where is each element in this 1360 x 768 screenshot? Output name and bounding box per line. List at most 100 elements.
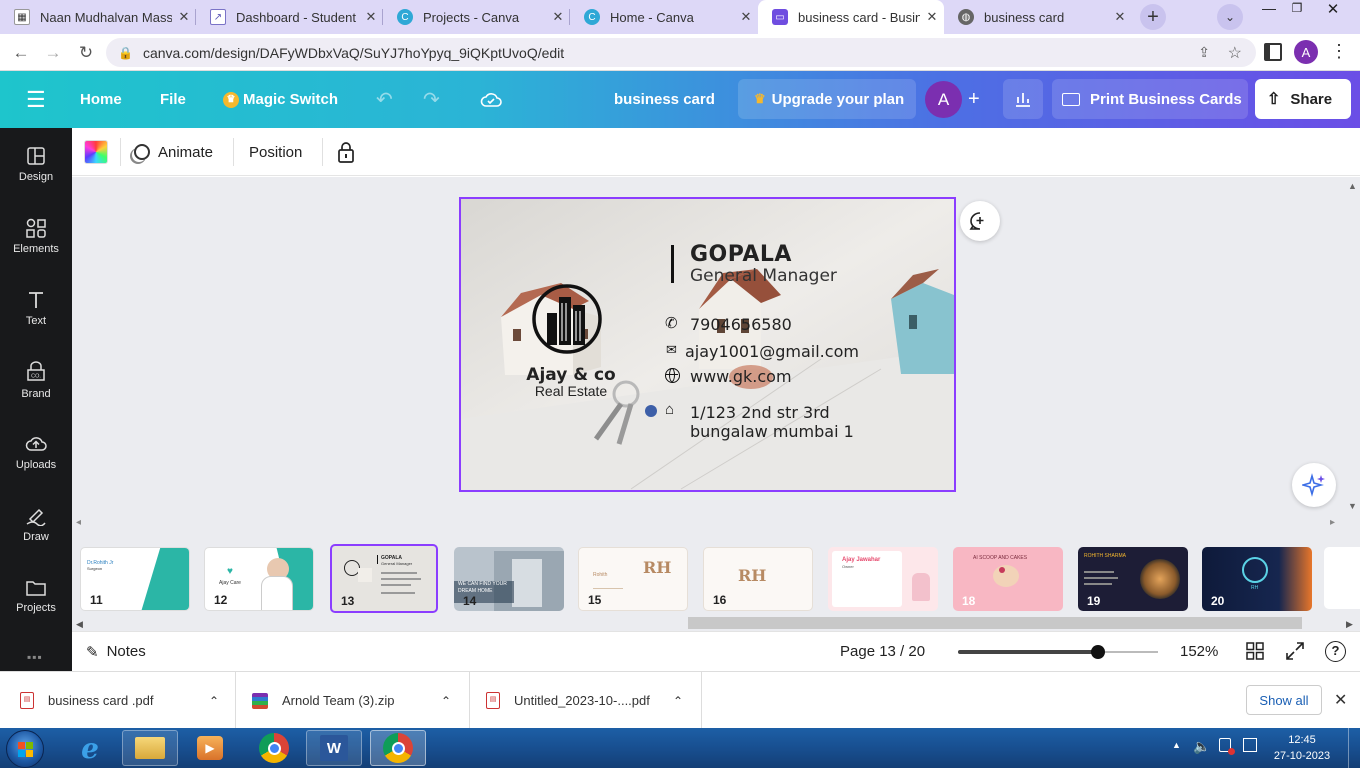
page-thumbnail[interactable]: ROHITH SHARMA 19 bbox=[1078, 547, 1188, 611]
grid-view-icon[interactable] bbox=[1246, 642, 1264, 660]
share-button[interactable]: ⇧ Share bbox=[1255, 79, 1351, 119]
position-button[interactable]: Position bbox=[249, 128, 302, 176]
add-page-thumb[interactable] bbox=[1324, 547, 1360, 609]
document-title[interactable]: business card bbox=[614, 71, 715, 128]
browser-tab-active[interactable]: ▭ business card - Busines ✕ bbox=[758, 0, 944, 34]
animate-button[interactable]: Animate bbox=[134, 128, 213, 176]
download-item[interactable]: Arnold Team (3).zip ⌃ bbox=[252, 672, 470, 729]
sidepanel-icon[interactable] bbox=[1264, 43, 1282, 61]
browser-tab[interactable]: ↗ Dashboard - Student ✕ bbox=[196, 0, 383, 34]
hscroll-right-arrow[interactable]: ▶ bbox=[1346, 619, 1353, 630]
show-all-downloads-button[interactable]: Show all bbox=[1246, 685, 1322, 715]
media-player-icon[interactable]: ▶ bbox=[182, 730, 238, 766]
file-explorer-icon[interactable] bbox=[122, 730, 178, 766]
restore-button[interactable]: ❐ bbox=[1287, 1, 1307, 21]
forward-button[interactable]: → bbox=[40, 40, 66, 66]
new-tab-button[interactable]: + bbox=[1140, 4, 1166, 30]
undo-icon[interactable]: ↶ bbox=[376, 71, 393, 128]
url-bar[interactable]: 🔒 canva.com/design/DAFyWDbxVaQ/SuYJ7hoYp… bbox=[106, 38, 1256, 67]
add-comment-button[interactable] bbox=[960, 201, 1000, 241]
upgrade-plan-button[interactable]: ♛ Upgrade your plan bbox=[738, 79, 916, 119]
scroll-right-arrow[interactable]: ▸ bbox=[1330, 517, 1335, 528]
chrome-profile-icon[interactable] bbox=[370, 730, 426, 766]
bookmark-star-icon[interactable]: ☆ bbox=[1228, 43, 1242, 63]
page-thumbnail[interactable]: RH Rohith 15 bbox=[578, 547, 688, 611]
show-desktop-button[interactable] bbox=[1348, 728, 1360, 768]
word-icon[interactable]: W bbox=[306, 730, 362, 766]
chevron-up-icon[interactable]: ⌃ bbox=[441, 694, 451, 708]
lock-icon[interactable] bbox=[336, 140, 356, 169]
page-thumbnail[interactable]: RH 20 bbox=[1202, 547, 1312, 611]
color-picker-swatch[interactable] bbox=[84, 140, 108, 164]
zoom-level[interactable]: 152% bbox=[1180, 632, 1218, 671]
close-icon[interactable]: ✕ bbox=[734, 9, 758, 25]
sidebar-item-design[interactable]: Design bbox=[0, 132, 72, 196]
redo-icon[interactable]: ↷ bbox=[423, 71, 440, 128]
browser-tab[interactable]: ▦ Naan Mudhalvan Mass ✕ bbox=[0, 0, 196, 34]
print-business-cards-button[interactable]: Print Business Cards bbox=[1052, 79, 1248, 119]
sidebar-item-projects[interactable]: Projects bbox=[0, 564, 72, 628]
apps-grid-icon[interactable]: ▪▪▪ bbox=[27, 650, 45, 664]
page-thumbnail-selected[interactable]: GOPALA General Manager 13 bbox=[330, 544, 438, 613]
add-collaborator-icon[interactable]: + bbox=[968, 71, 980, 128]
clock-time[interactable]: 12:45 bbox=[1272, 734, 1332, 746]
browser-menu-icon[interactable]: ⋮ bbox=[1330, 41, 1348, 62]
page-thumbnail[interactable]: Dr.Rohith Jr Surgeon 11 bbox=[80, 547, 190, 611]
hamburger-menu-icon[interactable]: ☰ bbox=[26, 71, 46, 128]
chevron-up-icon[interactable]: ⌃ bbox=[209, 694, 219, 708]
download-item[interactable]: ▤ Untitled_2023-10-....pdf ⌃ bbox=[486, 672, 702, 729]
chevron-up-icon[interactable]: ⌃ bbox=[673, 694, 683, 708]
page-thumbnail[interactable]: AI SCOOP AND CAKES 18 bbox=[953, 547, 1063, 611]
close-icon[interactable]: ✕ bbox=[172, 9, 196, 25]
home-button[interactable]: Home bbox=[80, 71, 122, 128]
business-card-design[interactable]: Ajay & co Real Estate GOPALA General Man… bbox=[459, 197, 956, 492]
tray-expand-icon[interactable]: ▲ bbox=[1172, 740, 1181, 750]
magic-switch-button[interactable]: ♛ Magic Switch bbox=[223, 71, 338, 128]
close-icon[interactable]: ✕ bbox=[920, 9, 944, 25]
scroll-up-arrow[interactable]: ▲ bbox=[1348, 181, 1357, 191]
sidebar-item-draw[interactable]: Draw bbox=[0, 492, 72, 556]
browser-tab[interactable]: C Projects - Canva ✕ bbox=[383, 0, 570, 34]
notes-button[interactable]: ✎ Notes bbox=[86, 632, 146, 671]
file-menu-button[interactable]: File bbox=[160, 71, 186, 128]
window-close-button[interactable]: ✕ bbox=[1322, 0, 1344, 20]
page-thumbnail[interactable]: ♥ Ajay Care 12 bbox=[204, 547, 314, 611]
scroll-down-arrow[interactable]: ▼ bbox=[1348, 501, 1357, 511]
page-thumbnail[interactable]: RH 16 bbox=[703, 547, 813, 611]
insights-icon[interactable] bbox=[1003, 79, 1043, 119]
zoom-slider-knob[interactable] bbox=[1091, 645, 1105, 659]
close-downloads-icon[interactable]: ✕ bbox=[1334, 690, 1347, 710]
close-icon[interactable]: ✕ bbox=[359, 9, 383, 25]
clock-date[interactable]: 27-10-2023 bbox=[1272, 750, 1332, 762]
sidebar-item-elements[interactable]: Elements bbox=[0, 204, 72, 268]
fullscreen-icon[interactable] bbox=[1286, 642, 1304, 660]
sidebar-item-uploads[interactable]: Uploads bbox=[0, 420, 72, 484]
network-icon[interactable] bbox=[1219, 738, 1235, 755]
share-page-icon[interactable]: ⇪ bbox=[1198, 44, 1210, 61]
sidebar-item-brand[interactable]: CO. Brand bbox=[0, 348, 72, 412]
minimize-button[interactable]: — bbox=[1257, 0, 1281, 20]
internet-explorer-icon[interactable]: e bbox=[62, 730, 118, 766]
close-icon[interactable]: ✕ bbox=[1108, 9, 1132, 25]
scroll-left-arrow[interactable]: ◂ bbox=[76, 517, 81, 528]
back-button[interactable]: ← bbox=[8, 40, 34, 66]
tab-search-button[interactable]: ⌄ bbox=[1217, 4, 1243, 30]
page-thumbnail[interactable]: Ajay Jawahar Owner 17 bbox=[828, 547, 938, 611]
sidebar-item-text[interactable]: Text bbox=[0, 276, 72, 340]
browser-tab[interactable]: C Home - Canva ✕ bbox=[570, 0, 758, 34]
page-thumbnail[interactable]: WE CAN FIND YOUR DREAM HOME 14 bbox=[454, 547, 564, 611]
chrome-icon[interactable] bbox=[246, 730, 302, 766]
volume-icon[interactable]: 🔈 bbox=[1193, 738, 1210, 755]
close-icon[interactable]: ✕ bbox=[546, 9, 570, 25]
action-center-icon[interactable] bbox=[1243, 738, 1257, 752]
browser-tab[interactable]: ◍ business card ✕ bbox=[944, 0, 1132, 34]
help-icon[interactable]: ? bbox=[1325, 641, 1346, 662]
magic-assistant-button[interactable] bbox=[1292, 463, 1336, 507]
download-item[interactable]: ▤ business card .pdf ⌃ bbox=[20, 672, 236, 729]
url-text[interactable]: canva.com/design/DAFyWDbxVaQ/SuYJ7hoYpyq… bbox=[143, 45, 564, 61]
profile-avatar[interactable]: A bbox=[1294, 40, 1318, 64]
page-indicator[interactable]: Page 13 / 20 bbox=[840, 632, 925, 671]
horizontal-scrollbar-thumb[interactable] bbox=[688, 617, 1302, 629]
windows-start-button[interactable] bbox=[6, 730, 44, 768]
hscroll-left-arrow[interactable]: ◀ bbox=[76, 619, 83, 630]
